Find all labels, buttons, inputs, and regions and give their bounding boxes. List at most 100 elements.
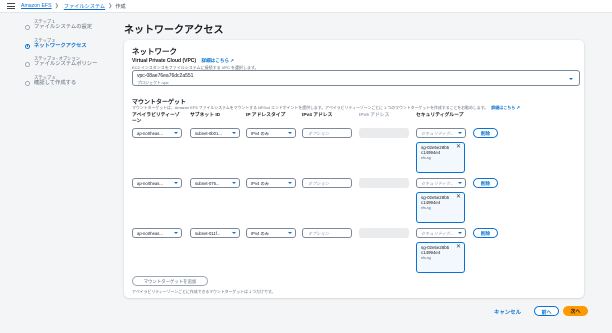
- menu-icon[interactable]: [6, 2, 16, 10]
- remove-button[interactable]: 削除: [473, 128, 498, 138]
- caret-down-icon: [458, 132, 462, 134]
- caret-down-icon: [288, 132, 292, 134]
- ipv4-address-input[interactable]: オプション: [302, 128, 352, 138]
- wizard-steps: ステップ 1 ファイルシステムの設定 ステップ 2 ネットワークアクセス ステッ…: [25, 19, 115, 93]
- remove-button[interactable]: 削除: [473, 228, 498, 238]
- wizard-step-2[interactable]: ステップ 2 ネットワークアクセス: [25, 38, 115, 50]
- column-header-ip-type: IP アドレスタイプ: [246, 113, 286, 118]
- security-group-placeholder: セキュリティグ...: [421, 131, 454, 136]
- vpc-select-value: vpc-08ae76ea76dc2a551: [137, 73, 194, 79]
- close-icon[interactable]: ✕: [456, 244, 461, 251]
- add-mount-target-note: アベイラビリティーゾーンごとに作成できるマウントターゲットは 1 つだけです。: [132, 289, 276, 294]
- security-group-id: sg-02e5e28b5c14994e4: [421, 245, 450, 256]
- close-icon[interactable]: ✕: [456, 144, 461, 151]
- wizard-step-4[interactable]: ステップ 4 確認して作成する: [25, 75, 115, 87]
- security-group-select[interactable]: セキュリティグ...: [416, 228, 466, 238]
- cancel-button[interactable]: キャンセル: [494, 308, 521, 316]
- ip-type-select-value: IPv4 のみ: [251, 181, 269, 186]
- step-indicator-icon: [25, 80, 30, 86]
- subnet-select-value: subnet-0b01...: [195, 131, 222, 136]
- vpc-info-link[interactable]: 詳細はこちら↗: [201, 58, 233, 63]
- step-title: ネットワークアクセス: [34, 42, 87, 49]
- mount-targets-info-link[interactable]: 詳細はこちら↗: [491, 105, 520, 110]
- wizard-step-3[interactable]: ステップ 3 - オプション ファイルシステムポリシー: [25, 56, 115, 68]
- chevron-right-icon: ❯: [108, 3, 113, 9]
- caret-down-icon: [569, 77, 573, 80]
- breadcrumb-link-efs[interactable]: Amazon EFS: [21, 3, 52, 9]
- az-select[interactable]: ap-northeas...: [132, 228, 182, 238]
- caret-down-icon: [458, 182, 462, 184]
- step-indicator-icon: [25, 25, 30, 30]
- column-header-ipv6: IPv6 アドレス: [359, 113, 390, 118]
- subnet-select[interactable]: subnet-011f...: [190, 228, 240, 238]
- az-select-value: ap-northeas...: [137, 131, 163, 136]
- info-link-text: 詳細はこちら: [491, 105, 516, 110]
- security-group-token: sg-02e5e28b5c14994e4 efs-sg ✕: [416, 142, 465, 173]
- subnet-select-value: subnet-011f...: [195, 231, 221, 236]
- subnet-select[interactable]: subnet-0b01...: [190, 128, 240, 138]
- ip-type-select[interactable]: IPv4 のみ: [246, 228, 296, 238]
- add-mount-target-button[interactable]: マウントターゲットを追加: [132, 276, 208, 286]
- caret-down-icon: [232, 132, 236, 134]
- breadcrumb-bar: Amazon EFS ❯ ファイルシステム ❯ 作成: [0, 0, 612, 13]
- security-group-placeholder: セキュリティグ...: [421, 231, 454, 236]
- az-select-value: ap-northeas...: [137, 181, 163, 186]
- wizard-step-1[interactable]: ステップ 1 ファイルシステムの設定: [25, 19, 115, 31]
- security-group-select[interactable]: セキュリティグ...: [416, 128, 466, 138]
- step-title: ファイルシステムの設定: [34, 24, 93, 30]
- ip-type-select-value: IPv4 のみ: [251, 131, 269, 136]
- ipv4-address-input[interactable]: オプション: [302, 178, 352, 188]
- caret-down-icon: [232, 232, 236, 234]
- previous-button[interactable]: 前へ: [534, 306, 559, 316]
- caret-down-icon: [174, 232, 178, 234]
- page-title: ネットワークアクセス: [124, 25, 224, 36]
- breadcrumb-link-filesystems[interactable]: ファイルシステム: [64, 3, 105, 10]
- ip-type-select-value: IPv4 のみ: [251, 231, 269, 236]
- subnet-select-value: subnet-076...: [195, 181, 220, 186]
- step-title: 確認して作成する: [34, 79, 77, 86]
- section-title: ネットワーク: [132, 47, 177, 56]
- security-group-token: sg-02e5e28b5c14994e4 efs-sg ✕: [416, 242, 465, 273]
- az-select[interactable]: ap-northeas...: [132, 128, 182, 138]
- vpc-select-name: プロジェクト-vpc: [137, 80, 169, 85]
- security-group-name: efs-sg: [421, 156, 431, 161]
- security-group-id: sg-02e5e28b5c14994e4: [421, 145, 450, 156]
- caret-down-icon: [288, 232, 292, 234]
- vpc-label-text: Virtual Private Cloud (VPC): [132, 58, 197, 64]
- security-group-placeholder: セキュリティグ...: [421, 181, 454, 186]
- vpc-select[interactable]: vpc-08ae76ea76dc2a551 プロジェクト-vpc: [132, 70, 580, 86]
- subnet-select[interactable]: subnet-076...: [190, 178, 240, 188]
- ipv6-address-input: [359, 228, 409, 238]
- caret-down-icon: [174, 132, 178, 134]
- step-title: ファイルシステムポリシー: [34, 61, 98, 67]
- ip-type-select[interactable]: IPv4 のみ: [246, 128, 296, 138]
- caret-down-icon: [174, 182, 178, 184]
- column-header-ipv4: IPv4 アドレス: [302, 113, 333, 118]
- ipv6-address-input: [359, 178, 409, 188]
- step-indicator-icon: [25, 43, 30, 49]
- column-header-az: アベイラビリティーゾ ーン: [132, 113, 180, 124]
- network-card: ネットワーク Virtual Private Cloud (VPC) 詳細はこち…: [124, 40, 584, 298]
- caret-down-icon: [232, 182, 236, 184]
- column-header-security-group: セキュリティグループ: [416, 113, 464, 118]
- step-indicator-icon: [25, 62, 30, 67]
- ipv6-address-input: [359, 128, 409, 138]
- info-link-text: 詳細はこちら: [201, 58, 230, 63]
- close-icon[interactable]: ✕: [456, 194, 461, 201]
- vpc-label: Virtual Private Cloud (VPC) 詳細はこちら↗: [132, 58, 234, 64]
- breadcrumb-current: 作成: [115, 3, 126, 10]
- security-group-name: efs-sg: [421, 206, 431, 211]
- caret-down-icon: [288, 182, 292, 184]
- column-header-subnet: サブネット ID: [190, 113, 221, 118]
- next-button[interactable]: 次へ: [563, 306, 588, 316]
- chevron-right-icon: ❯: [54, 3, 59, 9]
- remove-button[interactable]: 削除: [473, 178, 498, 188]
- external-link-icon: ↗: [230, 58, 234, 63]
- mount-targets-description-text: マウントターゲットは、Amazon EFS ファイルシステムをマウントする NF…: [132, 105, 489, 110]
- security-group-select[interactable]: セキュリティグ...: [416, 178, 466, 188]
- mount-targets-description: マウントターゲットは、Amazon EFS ファイルシステムをマウントする NF…: [132, 105, 520, 111]
- ipv4-address-input[interactable]: オプション: [302, 228, 352, 238]
- az-select[interactable]: ap-northeas...: [132, 178, 182, 188]
- ip-type-select[interactable]: IPv4 のみ: [246, 178, 296, 188]
- caret-down-icon: [458, 232, 462, 234]
